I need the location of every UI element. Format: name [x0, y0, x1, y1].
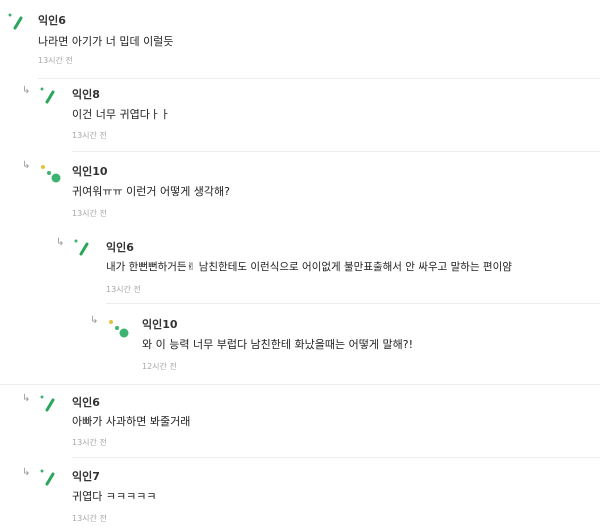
- divider: [0, 384, 600, 385]
- comment-item: ↳ 익인6 아빠가 사과하면 봐줄거래 13시간 전: [0, 388, 600, 458]
- comment-author[interactable]: 익인8: [72, 86, 100, 102]
- comment-timestamp: 12시간 전: [142, 362, 177, 371]
- comment-timestamp: 13시간 전: [38, 56, 73, 65]
- avatar[interactable]: [38, 468, 64, 492]
- green-dots-avatar-icon: [41, 165, 61, 183]
- comment-text: 귀엽다 ㅋㅋㅋㅋㅋ: [72, 490, 157, 503]
- comment-text: 와 이 능력 너무 부럽다 남친한테 화났을때는 어떻게 말해?!: [142, 338, 413, 351]
- comment-item: ↳ 익인8 이건 너무 귀엽다ㅏㅏ 13시간 전: [0, 80, 600, 150]
- comment-item: ↳ 익인10 와 이 능력 너무 부럽다 남친한테 화났을때는 어떻게 말해?!…: [0, 309, 600, 379]
- avatar[interactable]: [38, 86, 64, 110]
- avatar[interactable]: [106, 316, 132, 340]
- reply-arrow-icon: ↳: [22, 85, 31, 96]
- comment-timestamp: 13시간 전: [72, 514, 107, 523]
- green-stick-avatar-icon: [40, 395, 55, 412]
- comment-text: 귀여워ㅠㅠ 이런거 어떻게 생각해?: [72, 185, 231, 198]
- comment-item: ↳ 익인7 귀엽다 ㅋㅋㅋㅋㅋ 13시간 전: [0, 462, 600, 528]
- reply-arrow-icon: ↳: [22, 160, 31, 171]
- comment-author[interactable]: 익인10: [142, 316, 178, 332]
- comment-author[interactable]: 익인6: [72, 394, 100, 410]
- green-stick-avatar-icon: [74, 239, 89, 256]
- divider: [38, 78, 600, 79]
- avatar[interactable]: [38, 161, 64, 185]
- avatar[interactable]: [6, 12, 32, 36]
- comment-author[interactable]: 익인6: [106, 239, 134, 255]
- divider: [72, 457, 600, 458]
- divider: [72, 151, 600, 152]
- comment-timestamp: 13시간 전: [106, 285, 141, 294]
- comment-item: ↳ 익인6 내가 한뻔뻔하거든✌ 남친한테도 이런식으로 어이없게 불만표출해서…: [0, 232, 600, 308]
- comment-item: ↳ 익인10 귀여워ㅠㅠ 이런거 어떻게 생각해? 13시간 전: [0, 153, 600, 229]
- reply-arrow-icon: ↳: [22, 393, 31, 404]
- comment-text: 이건 너무 귀엽다ㅏㅏ: [72, 108, 171, 121]
- avatar[interactable]: [72, 238, 98, 262]
- comment-text: 아빠가 사과하면 봐줄거래: [72, 415, 191, 428]
- avatar[interactable]: [38, 394, 64, 418]
- comment-author[interactable]: 익인7: [72, 468, 100, 484]
- comment-text: 내가 한뻔뻔하거든✌ 남친한테도 이런식으로 어이없게 불만표출해서 안 싸우고…: [106, 261, 512, 273]
- comment-author[interactable]: 익인6: [38, 12, 66, 28]
- comment-timestamp: 13시간 전: [72, 209, 107, 218]
- comment-item: 익인6 나라면 아기가 너 밉데 이럴듯 13시간 전: [0, 0, 600, 76]
- reply-arrow-icon: ↳: [56, 237, 65, 248]
- green-stick-avatar-icon: [40, 87, 55, 104]
- green-stick-avatar-icon: [40, 469, 55, 486]
- reply-arrow-icon: ↳: [22, 467, 31, 478]
- reply-arrow-icon: ↳: [90, 315, 99, 326]
- green-dots-avatar-icon: [109, 320, 129, 338]
- comment-text: 나라면 아기가 너 밉데 이럴듯: [38, 35, 174, 48]
- green-stick-avatar-icon: [8, 13, 23, 30]
- comment-author[interactable]: 익인10: [72, 163, 108, 179]
- comment-timestamp: 13시간 전: [72, 131, 107, 140]
- comment-timestamp: 13시간 전: [72, 438, 107, 447]
- divider: [106, 303, 600, 304]
